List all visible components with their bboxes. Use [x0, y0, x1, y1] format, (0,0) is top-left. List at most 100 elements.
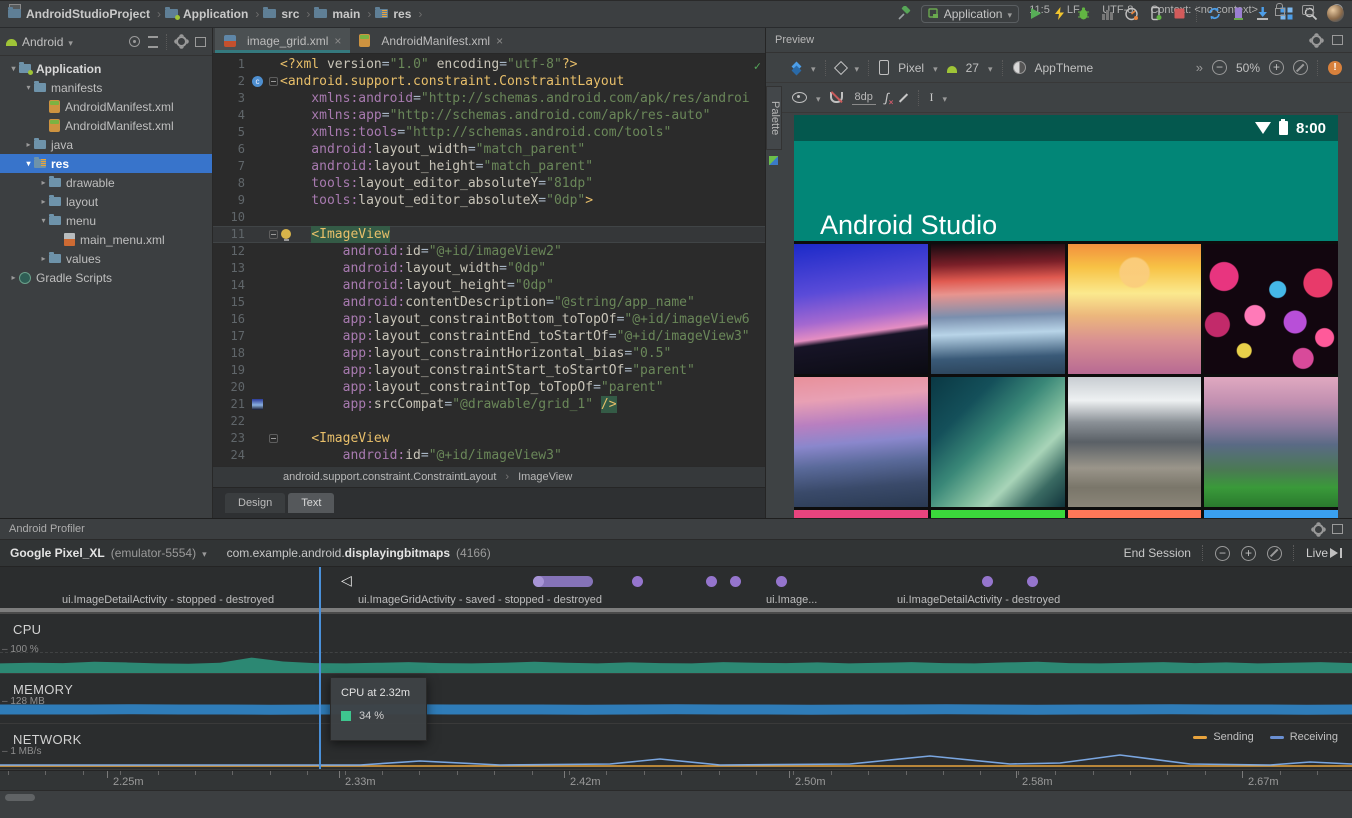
sdk-manager-button[interactable]	[1255, 6, 1270, 21]
tree-down-arrow-icon[interactable]: ▾	[38, 216, 49, 225]
code-line-15[interactable]: 15 android: contentDescription = "@string/a…	[213, 294, 765, 311]
avd-manager-button[interactable]	[1231, 6, 1246, 21]
breadcrumb-item[interactable]: Application	[165, 7, 248, 21]
code-line-5[interactable]: 5 xmlns:tools = "http://schemas.android.co…	[213, 124, 765, 141]
attach-device-icon[interactable]	[1148, 6, 1163, 21]
breadcrumb-constraintlayout[interactable]: android.support.constraint.ConstraintLay…	[283, 471, 496, 483]
zoom-out-button[interactable]	[1211, 60, 1227, 75]
tree-item-application[interactable]: ▾ Application	[0, 59, 212, 78]
class-gutter-icon[interactable]	[252, 76, 263, 87]
code-line-8[interactable]: 8 tools: layout_editor_absoluteY = "81dp"	[213, 175, 765, 192]
memory-lane[interactable]: MEMORY 128 MB	[0, 674, 1352, 724]
code-line-9[interactable]: 9 tools: layout_editor_absoluteX = "0dp" >	[213, 192, 765, 209]
breadcrumb-item[interactable]: res	[375, 7, 411, 21]
code-line-12[interactable]: 12 android: id = "@+id/imageView2"	[213, 243, 765, 260]
editor-tab-androidmanifest-xml[interactable]: AndroidManifest.xml	[350, 28, 512, 53]
palette-tab[interactable]: Palette	[766, 86, 782, 150]
orientation-icon[interactable]	[833, 60, 848, 75]
tree-right-arrow-icon[interactable]: ▸	[8, 273, 19, 282]
highlight-level-icon[interactable]	[1302, 4, 1314, 15]
code-line-18[interactable]: 18 app: layout_constraintHorizontal_bias =…	[213, 345, 765, 362]
tree-right-arrow-icon[interactable]: ▸	[38, 197, 49, 206]
collapse-all-icon[interactable]	[148, 35, 158, 48]
tree-item-values[interactable]: ▸ values	[0, 249, 212, 268]
clear-constraints-icon[interactable]	[885, 90, 892, 107]
stop-button[interactable]	[1172, 6, 1187, 21]
profiler-reset-zoom-button[interactable]	[1266, 545, 1282, 561]
tree-item-menu[interactable]: ▾ menu	[0, 211, 212, 230]
debug-button[interactable]	[1076, 6, 1091, 21]
theme-selector[interactable]: AppTheme	[1035, 61, 1094, 75]
profiler-button-disabled[interactable]	[1100, 6, 1115, 21]
code-line-13[interactable]: 13 android: layout_width = "0dp"	[213, 260, 765, 277]
profiler-zoom-out-button[interactable]	[1214, 545, 1230, 561]
code-line-19[interactable]: 19 app: layout_constraintStart_toStartOf =…	[213, 362, 765, 379]
build-hammer-icon[interactable]	[897, 6, 912, 21]
code-line-7[interactable]: 7 android: layout_height = "match_parent"	[213, 158, 765, 175]
photo-strip-1[interactable]	[930, 510, 1065, 518]
performance-gauge-icon[interactable]	[1124, 6, 1139, 21]
instant-run-icon[interactable]	[1052, 6, 1067, 21]
tree-down-arrow-icon[interactable]: ▾	[8, 64, 19, 73]
zoom-fit-button[interactable]	[1293, 60, 1308, 75]
more-actions-icon[interactable]	[1196, 60, 1203, 75]
code-line-14[interactable]: 14 android: layout_height = "0dp"	[213, 277, 765, 294]
fold-marker-icon[interactable]	[269, 434, 278, 443]
photo-misty-green-hills[interactable]	[1204, 377, 1338, 507]
photo-chameleon[interactable]	[930, 377, 1065, 507]
view-options-icon[interactable]	[792, 92, 807, 103]
chevron-down-icon[interactable]	[202, 546, 207, 560]
hide-panel-icon[interactable]	[1332, 524, 1343, 534]
photo-windmill-sunset[interactable]	[1067, 244, 1202, 374]
code-line-17[interactable]: 17 app: layout_constraintEnd_toStartOf = "@…	[213, 328, 765, 345]
session-device[interactable]: Google Pixel_XL	[10, 546, 105, 560]
photo-strip-3[interactable]	[1204, 510, 1338, 518]
api-level-selector[interactable]: 27	[966, 61, 979, 75]
project-view-selector[interactable]: Android	[22, 35, 63, 49]
gear-icon[interactable]	[176, 36, 187, 47]
network-lane[interactable]: NETWORK 1 MB/s Sending Receiving	[0, 724, 1352, 770]
drawable-preview-gutter-icon[interactable]	[252, 399, 263, 410]
tree-item-manifests[interactable]: ▾ manifests	[0, 78, 212, 97]
code-line-1[interactable]: 1 <?xml version = "1.0" encoding = "utf-8" ?>	[213, 56, 765, 73]
tree-down-arrow-icon[interactable]: ▾	[23, 83, 34, 92]
run-configuration-dropdown[interactable]: Application	[920, 4, 1019, 23]
close-icon[interactable]	[334, 34, 341, 48]
device-selector[interactable]: Pixel	[898, 61, 924, 75]
gear-icon[interactable]	[1311, 34, 1322, 46]
tree-item-main-menu-xml[interactable]: main_menu.xml	[0, 230, 212, 249]
profiler-zoom-in-button[interactable]	[1240, 545, 1256, 561]
tree-item-androidmanifest-xml[interactable]: AndroidManifest.xml	[0, 116, 212, 135]
code-line-4[interactable]: 4 xmlns:app = "http://schemas.android.com/…	[213, 107, 765, 124]
fold-marker-icon[interactable]	[269, 77, 278, 86]
mode-tab-text[interactable]: Text	[288, 493, 335, 513]
code-line-23[interactable]: 23 <ImageView	[213, 430, 765, 447]
tree-item-java[interactable]: ▸ java	[0, 135, 212, 154]
tree-item-androidmanifest-xml[interactable]: AndroidManifest.xml	[0, 97, 212, 116]
profiler-scrollbar[interactable]	[0, 790, 1352, 803]
end-session-button[interactable]: End Session	[1124, 546, 1191, 560]
default-margin-selector[interactable]: 8dp	[851, 91, 876, 105]
code-line-22[interactable]: 22	[213, 413, 765, 430]
chevron-down-icon[interactable]	[68, 35, 73, 49]
code-line-6[interactable]: 6 android: layout_width = "match_parent"	[213, 141, 765, 158]
autoconnect-off-icon[interactable]	[829, 92, 843, 103]
code-line-20[interactable]: 20 app: layout_constraintTop_toTopOf = "par…	[213, 379, 765, 396]
mode-tab-design[interactable]: Design	[225, 493, 286, 513]
guidelines-icon[interactable]	[929, 90, 933, 105]
breadcrumb-item[interactable]: src	[263, 7, 299, 21]
code-line-16[interactable]: 16 app: layout_constraintBottom_toTopOf = "…	[213, 311, 765, 328]
hide-panel-icon[interactable]	[1332, 35, 1343, 45]
code-line-2[interactable]: 2 <android.support.constraint.ConstraintL…	[213, 73, 765, 90]
intention-bulb-icon[interactable]	[281, 229, 291, 241]
photo-grayscale-valley[interactable]	[1067, 377, 1202, 507]
fold-marker-icon[interactable]	[269, 230, 278, 239]
profiler-time-axis[interactable]: 2.25m 2.33m 2.42m 2.50m 2.58m 2.67m	[0, 770, 1352, 790]
code-line-11[interactable]: 11 <ImageView	[213, 226, 765, 243]
design-surface-icon[interactable]	[792, 63, 802, 73]
profiler-events-track[interactable]: ui.ImageDetailActivity - stopped - destr…	[0, 567, 1352, 614]
code-editor[interactable]: 1<?xml version="1.0" encoding="utf-8"?>2…	[213, 54, 765, 466]
photo-photographer-silhouette[interactable]	[794, 244, 928, 374]
breadcrumb-item[interactable]: main	[314, 7, 360, 21]
editor-tab-image-grid-xml[interactable]: image_grid.xml	[215, 28, 351, 53]
